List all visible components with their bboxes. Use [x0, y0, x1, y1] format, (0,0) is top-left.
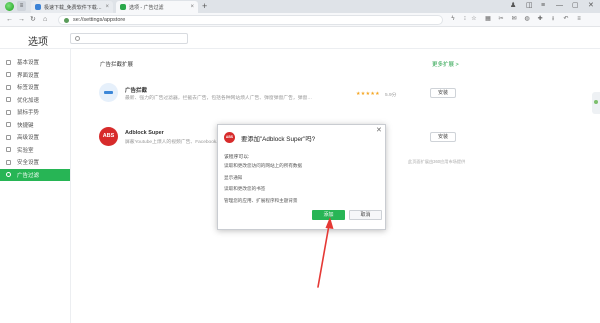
extension-name: 广告拦截 — [125, 88, 148, 94]
sidebar-item-label: 界面设置 — [17, 72, 40, 79]
search-icon — [75, 36, 80, 41]
rocket-icon — [6, 97, 11, 102]
back-icon[interactable]: ← — [6, 14, 13, 26]
download-site-favicon-icon — [35, 4, 41, 10]
skin-icon[interactable]: ◫ — [526, 0, 533, 12]
gear-icon — [6, 59, 11, 65]
permission-item: 显示通知 — [224, 174, 243, 180]
sidebar-item-basic[interactable]: 基本设置 — [0, 56, 70, 69]
maximize-icon[interactable]: ▢ — [572, 0, 579, 12]
tab-icon — [6, 84, 11, 90]
permission-item: 管理您的应用、扩展程序和主题背景 — [224, 197, 298, 203]
shield-icon — [6, 159, 11, 165]
download-icon[interactable]: ⭳ — [549, 15, 557, 24]
extension-score: 5.9分 — [385, 93, 397, 98]
sidebar-item-security[interactable]: 安全设置 — [0, 156, 70, 169]
screenshot-icon[interactable]: ✂ — [497, 15, 505, 24]
sidebar-item-label: 优化加速 — [17, 97, 40, 104]
sidebar-item-label: 快捷键 — [17, 122, 34, 129]
address-bar[interactable]: se://settings/appstore — [58, 15, 443, 25]
install-button[interactable]: 安装 — [430, 132, 456, 142]
sidebar-item-optimize[interactable]: 优化加速 — [0, 94, 70, 107]
url-text: se://settings/appstore — [73, 17, 126, 23]
extension-name: Adblock Super — [125, 130, 164, 136]
settings-favicon-icon — [120, 4, 126, 10]
extensions-icon[interactable]: ⁝ — [461, 15, 469, 24]
menu-icon[interactable]: ≡ — [541, 0, 545, 12]
side-panel-toggle[interactable] — [592, 92, 600, 114]
mouse-icon — [6, 109, 11, 115]
add-extension-dialog: ✕ ABS 要添加"Adblock Super"吗? 该程序可以: 读取和更改您… — [217, 124, 386, 230]
close-icon[interactable]: × — [105, 4, 109, 10]
sidebar-item-lab[interactable]: 实验室 — [0, 144, 70, 157]
abs-logo-icon: ABS — [99, 127, 118, 146]
sidebar-divider — [70, 49, 71, 323]
extension-card-ad-block: 广告拦截 最新、强力的广告过滤器，拦截去广告，包括各种网站烦人广告、弹窗弹窗广告… — [96, 78, 460, 108]
add-button[interactable]: 添加 — [312, 210, 345, 220]
block-icon — [6, 172, 11, 177]
abs-logo-icon: ABS — [224, 132, 235, 143]
settings-sidebar: 基本设置 界面设置 标签设置 优化加速 鼠标手势 快捷键 高级设置 实验室 安全… — [0, 56, 70, 181]
section-title: 广告拦截扩展 — [100, 62, 134, 68]
permission-list: 读取和更改您访问的网站上的所有数据 显示通知 读取和更改您的书签 管理您的应用、… — [224, 163, 302, 209]
reload-icon[interactable]: ↻ — [30, 14, 36, 26]
tab-settings[interactable]: 选项 - 广告过滤 × — [116, 1, 198, 13]
cancel-button[interactable]: 取消 — [349, 210, 382, 220]
dialog-title: 要添加"Adblock Super"吗? — [241, 136, 316, 143]
ad-block-logo-icon — [99, 83, 118, 102]
tab-menu-icon[interactable]: ≡ — [17, 1, 26, 11]
star-rating-icon: ★★★★★ — [356, 91, 380, 97]
extension-description: 最新、强力的广告过滤器，拦截去广告，包括各种网站烦人广告、弹窗弹窗广告，弹窗… — [125, 96, 313, 101]
undo-icon[interactable]: ↶ — [562, 15, 570, 24]
keyboard-icon — [6, 122, 11, 127]
sidebar-item-label: 广告过滤 — [17, 172, 40, 179]
sidebar-item-advanced[interactable]: 高级设置 — [0, 131, 70, 144]
sidebar-item-tabs[interactable]: 标签设置 — [0, 81, 70, 94]
more-extensions-link[interactable]: 更多扩展 > — [432, 60, 459, 68]
window-icon — [6, 72, 11, 77]
browser-logo-icon[interactable] — [5, 2, 14, 11]
sidebar-item-interface[interactable]: 界面设置 — [0, 69, 70, 82]
sidebar-item-mouse-gesture[interactable]: 鼠标手势 — [0, 106, 70, 119]
sidebar-item-label: 高级设置 — [17, 135, 40, 142]
flash-icon[interactable]: ϟ — [449, 15, 457, 24]
tab-strip: ≡ 极速下载_免费软件下载_绿色 × 选项 - 广告过滤 × + ♟ ◫ ≡ —… — [0, 0, 600, 13]
home-icon[interactable]: ⌂ — [43, 14, 47, 26]
permission-item: 读取和更改您访问的网站上的所有数据 — [224, 163, 303, 168]
close-icon[interactable]: ✕ — [376, 126, 382, 134]
overflow-menu-icon[interactable]: ≡ — [575, 15, 583, 24]
tab-download[interactable]: 极速下载_免费软件下载_绿色 × — [31, 1, 113, 13]
chat-icon[interactable]: ◍ — [523, 15, 531, 24]
sidebar-item-shortcuts[interactable]: 快捷键 — [0, 119, 70, 132]
sidebar-item-label: 实验室 — [17, 147, 34, 154]
sidebar-item-label: 标签设置 — [17, 85, 40, 92]
close-icon[interactable]: × — [190, 4, 194, 10]
permission-item: 读取和更改您的书签 — [224, 186, 266, 191]
header-divider — [0, 48, 600, 49]
mail-icon[interactable]: ✉ — [510, 15, 518, 24]
new-tab-button[interactable]: + — [202, 1, 207, 12]
favorites-icon[interactable]: ☆ — [470, 15, 478, 24]
page-title: 选项 — [28, 37, 48, 48]
minimize-icon[interactable]: — — [556, 0, 563, 12]
sidebar-item-label: 基本设置 — [17, 60, 40, 67]
puzzle-icon[interactable]: ✚ — [536, 15, 544, 24]
settings-search-input[interactable] — [70, 33, 188, 44]
dialog-subtitle: 该程序可以: — [224, 155, 250, 160]
install-button[interactable]: 安装 — [430, 88, 456, 98]
secure-page-icon — [64, 17, 69, 23]
forward-icon[interactable]: → — [18, 14, 25, 26]
sidebar-item-label: 鼠标手势 — [17, 110, 40, 117]
flask-icon — [6, 147, 11, 152]
close-window-icon[interactable]: ✕ — [588, 0, 594, 12]
tab-label: 极速下载_免费软件下载_绿色 — [44, 4, 102, 11]
sidebar-item-label: 安全设置 — [17, 160, 40, 167]
sidebar-item-ad-filter[interactable]: 广告过滤 — [0, 168, 70, 181]
provider-note: 此页面扩展由360应用市场提供 — [408, 159, 466, 164]
address-toolbar: ← → ↻ ⌂ se://settings/appstore ϟ ⁝ ☆ ▦ ✂… — [0, 13, 600, 27]
grid-icon[interactable]: ▦ — [484, 15, 492, 24]
shield-icon[interactable]: ♟ — [510, 0, 516, 12]
tab-label: 选项 - 广告过滤 — [129, 4, 164, 11]
sliders-icon — [6, 134, 11, 140]
